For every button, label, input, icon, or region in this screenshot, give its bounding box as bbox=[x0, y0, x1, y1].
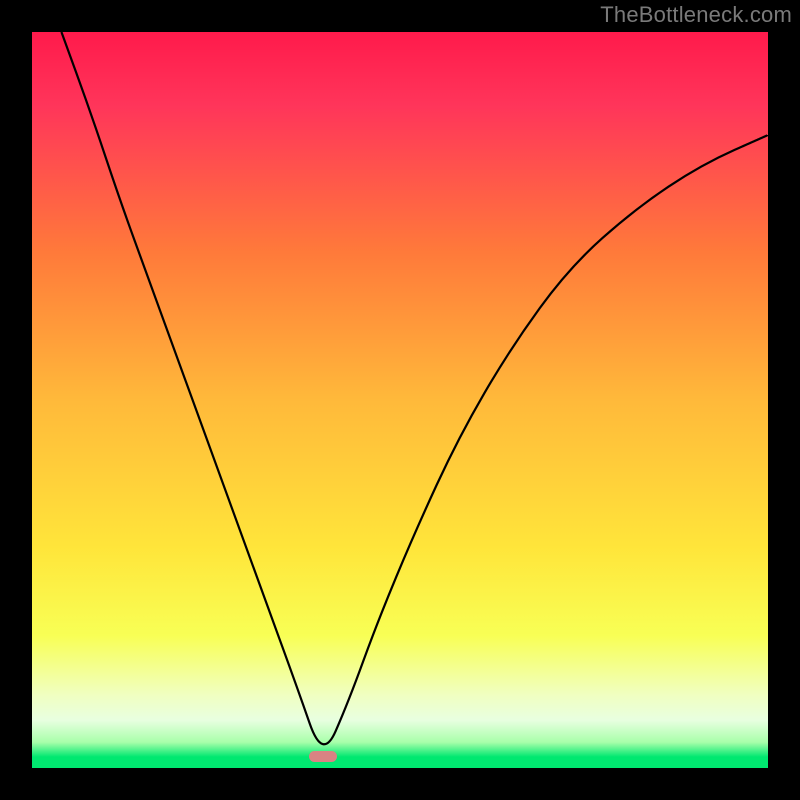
bottleneck-curve bbox=[32, 32, 768, 768]
optimal-marker bbox=[309, 751, 337, 762]
watermark-text: TheBottleneck.com bbox=[600, 2, 792, 28]
chart-frame: TheBottleneck.com bbox=[0, 0, 800, 800]
plot-area bbox=[32, 32, 768, 768]
